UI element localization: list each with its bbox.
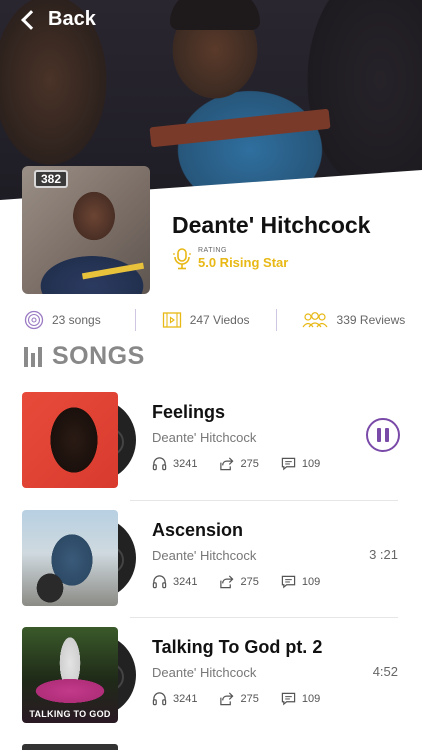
song-cover bbox=[22, 510, 118, 606]
house-number-plate: 382 bbox=[34, 170, 68, 188]
song-cover bbox=[22, 392, 118, 488]
stat-reviews-label: 339 Reviews bbox=[336, 313, 406, 327]
artist-avatar: 382 bbox=[22, 166, 150, 294]
song-shares[interactable]: 275 bbox=[219, 691, 259, 706]
song-title[interactable]: Ascension bbox=[152, 520, 243, 541]
comment-icon bbox=[281, 575, 296, 589]
stat-videos[interactable]: 247 Viedos bbox=[162, 310, 250, 330]
comment-icon bbox=[281, 692, 296, 706]
comment-icon bbox=[281, 457, 296, 471]
plays-count: 3241 bbox=[173, 575, 198, 588]
microphone-icon bbox=[173, 247, 191, 269]
song-artist: Deante' Hitchcock bbox=[152, 665, 257, 680]
stat-separator bbox=[275, 309, 277, 331]
song-comments[interactable]: 109 bbox=[281, 691, 320, 706]
song-duration: 4:52 bbox=[372, 664, 398, 679]
shares-count: 275 bbox=[240, 692, 259, 705]
song-title[interactable]: Feelings bbox=[152, 402, 225, 423]
shares-count: 275 bbox=[240, 457, 259, 470]
hero-bat-shape bbox=[149, 108, 331, 148]
song-plays: 3241 bbox=[152, 456, 197, 471]
comments-count: 109 bbox=[301, 575, 321, 588]
avatar-bat-shape bbox=[81, 262, 145, 280]
artist-rating: RATING 5.0 Rising Star bbox=[172, 247, 288, 270]
bars-icon bbox=[24, 346, 42, 367]
song-artist: Deante' Hitchcock bbox=[152, 430, 257, 445]
song-row[interactable]: Ascension Deante' Hitchcock 3241 275 109… bbox=[22, 510, 400, 610]
headphones-icon bbox=[152, 575, 167, 589]
song-shares[interactable]: 275 bbox=[219, 456, 259, 471]
song-row[interactable]: TALKING TO GOD Talking To God pt. 2 Dean… bbox=[22, 627, 400, 727]
song-plays: 3241 bbox=[152, 691, 197, 706]
song-cover-peek bbox=[22, 744, 118, 750]
hero-cap-shape bbox=[170, 0, 260, 30]
song-row[interactable]: Feelings Deante' Hitchcock 3241 275 109 bbox=[22, 392, 400, 492]
row-divider bbox=[130, 617, 398, 618]
pause-icon bbox=[377, 428, 381, 442]
film-icon bbox=[162, 312, 181, 328]
song-meta: 3241 275 109 bbox=[152, 691, 320, 706]
share-icon bbox=[220, 575, 234, 589]
song-title[interactable]: Talking To God pt. 2 bbox=[152, 637, 322, 658]
row-divider bbox=[130, 500, 398, 501]
song-comments[interactable]: 109 bbox=[281, 456, 320, 471]
rating-value: 5.0 Rising Star bbox=[198, 255, 289, 270]
comments-count: 109 bbox=[301, 692, 321, 705]
song-meta: 3241 275 109 bbox=[152, 456, 320, 471]
stat-songs-label: 23 songs bbox=[52, 313, 101, 327]
vinyl-icon bbox=[24, 310, 44, 330]
rating-label: RATING bbox=[198, 247, 227, 254]
song-cover: TALKING TO GOD bbox=[22, 627, 118, 723]
people-icon bbox=[302, 312, 328, 328]
back-button[interactable]: Back bbox=[21, 8, 96, 31]
song-plays: 3241 bbox=[152, 574, 197, 589]
pause-button[interactable] bbox=[366, 418, 400, 452]
songs-section-title: SONGS bbox=[52, 342, 145, 370]
plays-count: 3241 bbox=[173, 457, 198, 470]
plays-count: 3241 bbox=[173, 692, 198, 705]
song-shares[interactable]: 275 bbox=[219, 574, 259, 589]
stat-songs[interactable]: 23 songs bbox=[24, 310, 101, 330]
back-label: Back bbox=[48, 8, 96, 30]
comments-count: 109 bbox=[301, 457, 321, 470]
song-comments[interactable]: 109 bbox=[281, 574, 320, 589]
share-icon bbox=[220, 457, 234, 471]
share-icon bbox=[220, 692, 234, 706]
stat-separator bbox=[134, 309, 136, 331]
song-duration: 3 :21 bbox=[369, 547, 398, 562]
chevron-left-icon bbox=[21, 9, 41, 30]
headphones-icon bbox=[152, 692, 167, 706]
cover-caption: TALKING TO GOD bbox=[29, 709, 111, 719]
artist-name: Deante' Hitchcock bbox=[172, 212, 371, 238]
stat-reviews[interactable]: 339 Reviews bbox=[301, 310, 406, 330]
stat-videos-label: 247 Viedos bbox=[189, 313, 250, 327]
shares-count: 275 bbox=[240, 575, 259, 588]
artist-stats-bar: 23 songs 247 Viedos 339 Reviews bbox=[0, 304, 422, 336]
headphones-icon bbox=[152, 457, 167, 471]
song-artist: Deante' Hitchcock bbox=[152, 548, 257, 563]
songs-section-header: SONGS bbox=[24, 342, 145, 371]
song-meta: 3241 275 109 bbox=[152, 574, 320, 589]
